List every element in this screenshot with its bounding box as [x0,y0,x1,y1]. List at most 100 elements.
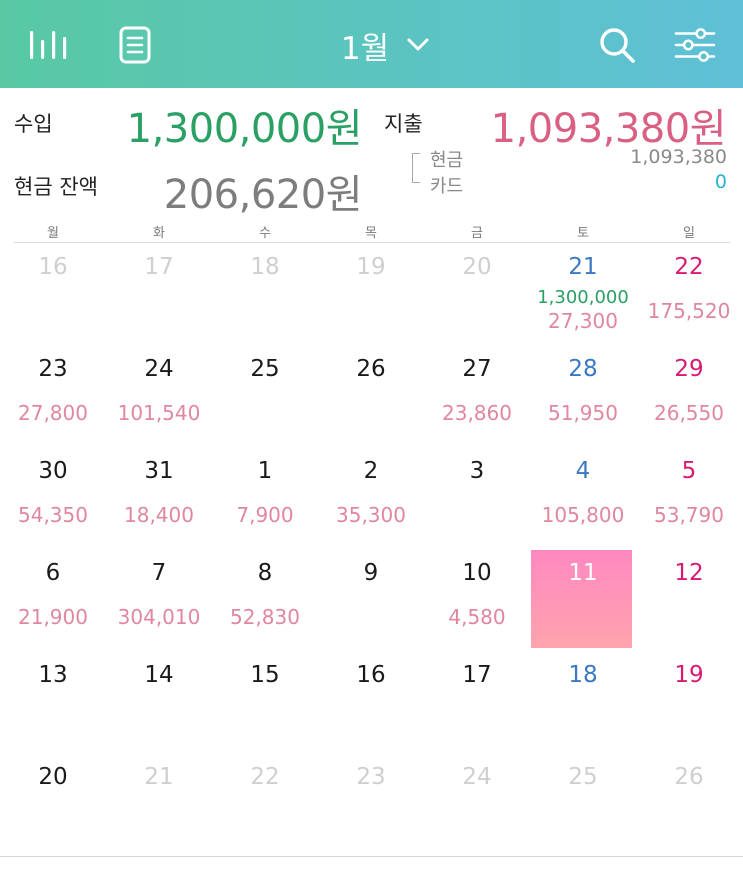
weekday-sun: 일 [683,226,695,241]
calendar-day[interactable]: 19 [318,244,424,346]
income-label: 수입 [14,112,53,136]
calendar-day[interactable]: 29 26,550 [636,346,742,448]
day-number: 2 [363,458,379,484]
bar-chart-icon[interactable] [28,24,70,66]
calendar-day[interactable]: 5 53,790 [636,448,742,550]
day-expense: 35,300 [336,503,406,527]
day-expense: 4,580 [448,605,506,629]
day-expense: 18,400 [124,503,194,527]
calendar-day[interactable]: 6 21,900 [0,550,106,652]
calendar-day[interactable]: 20 [0,754,106,856]
day-number: 23 [356,764,386,790]
day-number: 22 [250,764,280,790]
calendar-day[interactable]: 24 [424,754,530,856]
calendar-day[interactable]: 18 [530,652,636,754]
calendar-day[interactable]: 12 [636,550,742,652]
calendar-day[interactable]: 7 304,010 [106,550,212,652]
day-number: 8 [257,560,273,586]
balance-label: 현금 잔액 [14,175,98,199]
calendar-day[interactable]: 10 4,580 [424,550,530,652]
day-number: 20 [462,254,492,280]
day-expense: 7,900 [236,503,294,527]
day-number: 16 [356,662,386,688]
top-app-bar: 1월 [0,0,743,88]
calendar-day[interactable]: 4 105,800 [530,448,636,550]
month-selector[interactable]: 1월 [320,22,450,68]
calendar-day[interactable]: 21 [106,754,212,856]
calendar-day[interactable]: 22 175,520 [636,244,742,346]
day-expense: 27,800 [18,401,88,425]
day-number: 9 [363,560,379,586]
search-icon[interactable] [596,24,638,66]
weekday-header: 월 화 수 목 금 토 일 [0,222,743,242]
day-expense: 21,900 [18,605,88,629]
day-number: 29 [674,356,704,382]
day-number: 24 [144,356,174,382]
day-number: 3 [469,458,485,484]
calendar-day[interactable]: 3 [424,448,530,550]
day-number: 27 [462,356,492,382]
calendar-day[interactable]: 17 [424,652,530,754]
day-number: 18 [250,254,280,280]
day-number: 12 [674,560,704,586]
calendar-day[interactable]: 21 1,300,000 27,300 [530,244,636,346]
day-number: 14 [144,662,174,688]
day-number: 11 [568,560,598,586]
day-expense: 54,350 [18,503,88,527]
calendar-day[interactable]: 8 52,830 [212,550,318,652]
day-number: 18 [568,662,598,688]
calendar-day[interactable]: 1 7,900 [212,448,318,550]
calendar-day[interactable]: 23 27,800 [0,346,106,448]
calendar-day[interactable]: 26 [318,346,424,448]
month-label: 1월 [340,30,390,67]
day-number: 22 [674,254,704,280]
calendar-day[interactable]: 31 18,400 [106,448,212,550]
calendar-day[interactable]: 16 [318,652,424,754]
weekday-tue: 화 [153,226,165,241]
chevron-down-icon [407,38,429,51]
calendar-day[interactable]: 16 [0,244,106,346]
day-expense: 52,830 [230,605,300,629]
calendar-day[interactable]: 23 [318,754,424,856]
day-number: 28 [568,356,598,382]
calendar-day[interactable]: 19 [636,652,742,754]
calendar-day[interactable]: 30 54,350 [0,448,106,550]
sliders-icon[interactable] [674,24,716,66]
calendar-day[interactable]: 18 [212,244,318,346]
calendar-day[interactable]: 15 [212,652,318,754]
calendar-day[interactable]: 17 [106,244,212,346]
weekday-mon: 월 [47,226,59,241]
breakdown-bracket [412,153,420,183]
day-number: 30 [38,458,68,484]
calendar-day[interactable]: 14 [106,652,212,754]
calendar-day[interactable]: 20 [424,244,530,346]
calendar-day[interactable]: 28 51,950 [530,346,636,448]
balance-amount: 206,620원 [163,172,363,218]
day-number: 5 [681,458,697,484]
weekday-fri: 금 [471,226,483,241]
day-number: 24 [462,764,492,790]
calendar-day-today[interactable]: 11 [530,550,636,652]
bottom-divider [0,856,743,857]
calendar-day[interactable]: 13 [0,652,106,754]
day-expense: 26,550 [654,401,724,425]
calendar-day[interactable]: 25 [530,754,636,856]
weekday-sat: 토 [577,226,589,241]
calendar-day[interactable]: 27 23,860 [424,346,530,448]
day-expense: 53,790 [654,503,724,527]
day-number: 15 [250,662,280,688]
day-expense: 51,950 [548,401,618,425]
day-number: 4 [575,458,591,484]
calendar-day[interactable]: 2 35,300 [318,448,424,550]
day-number: 17 [462,662,492,688]
calendar-day[interactable]: 9 [318,550,424,652]
calendar-day[interactable]: 24 101,540 [106,346,212,448]
calendar-day[interactable]: 25 [212,346,318,448]
day-number: 19 [674,662,704,688]
day-number: 20 [38,764,68,790]
document-icon[interactable] [114,24,156,66]
calendar-day[interactable]: 26 [636,754,742,856]
day-number: 25 [568,764,598,790]
day-expense: 105,800 [541,503,625,527]
calendar-day[interactable]: 22 [212,754,318,856]
